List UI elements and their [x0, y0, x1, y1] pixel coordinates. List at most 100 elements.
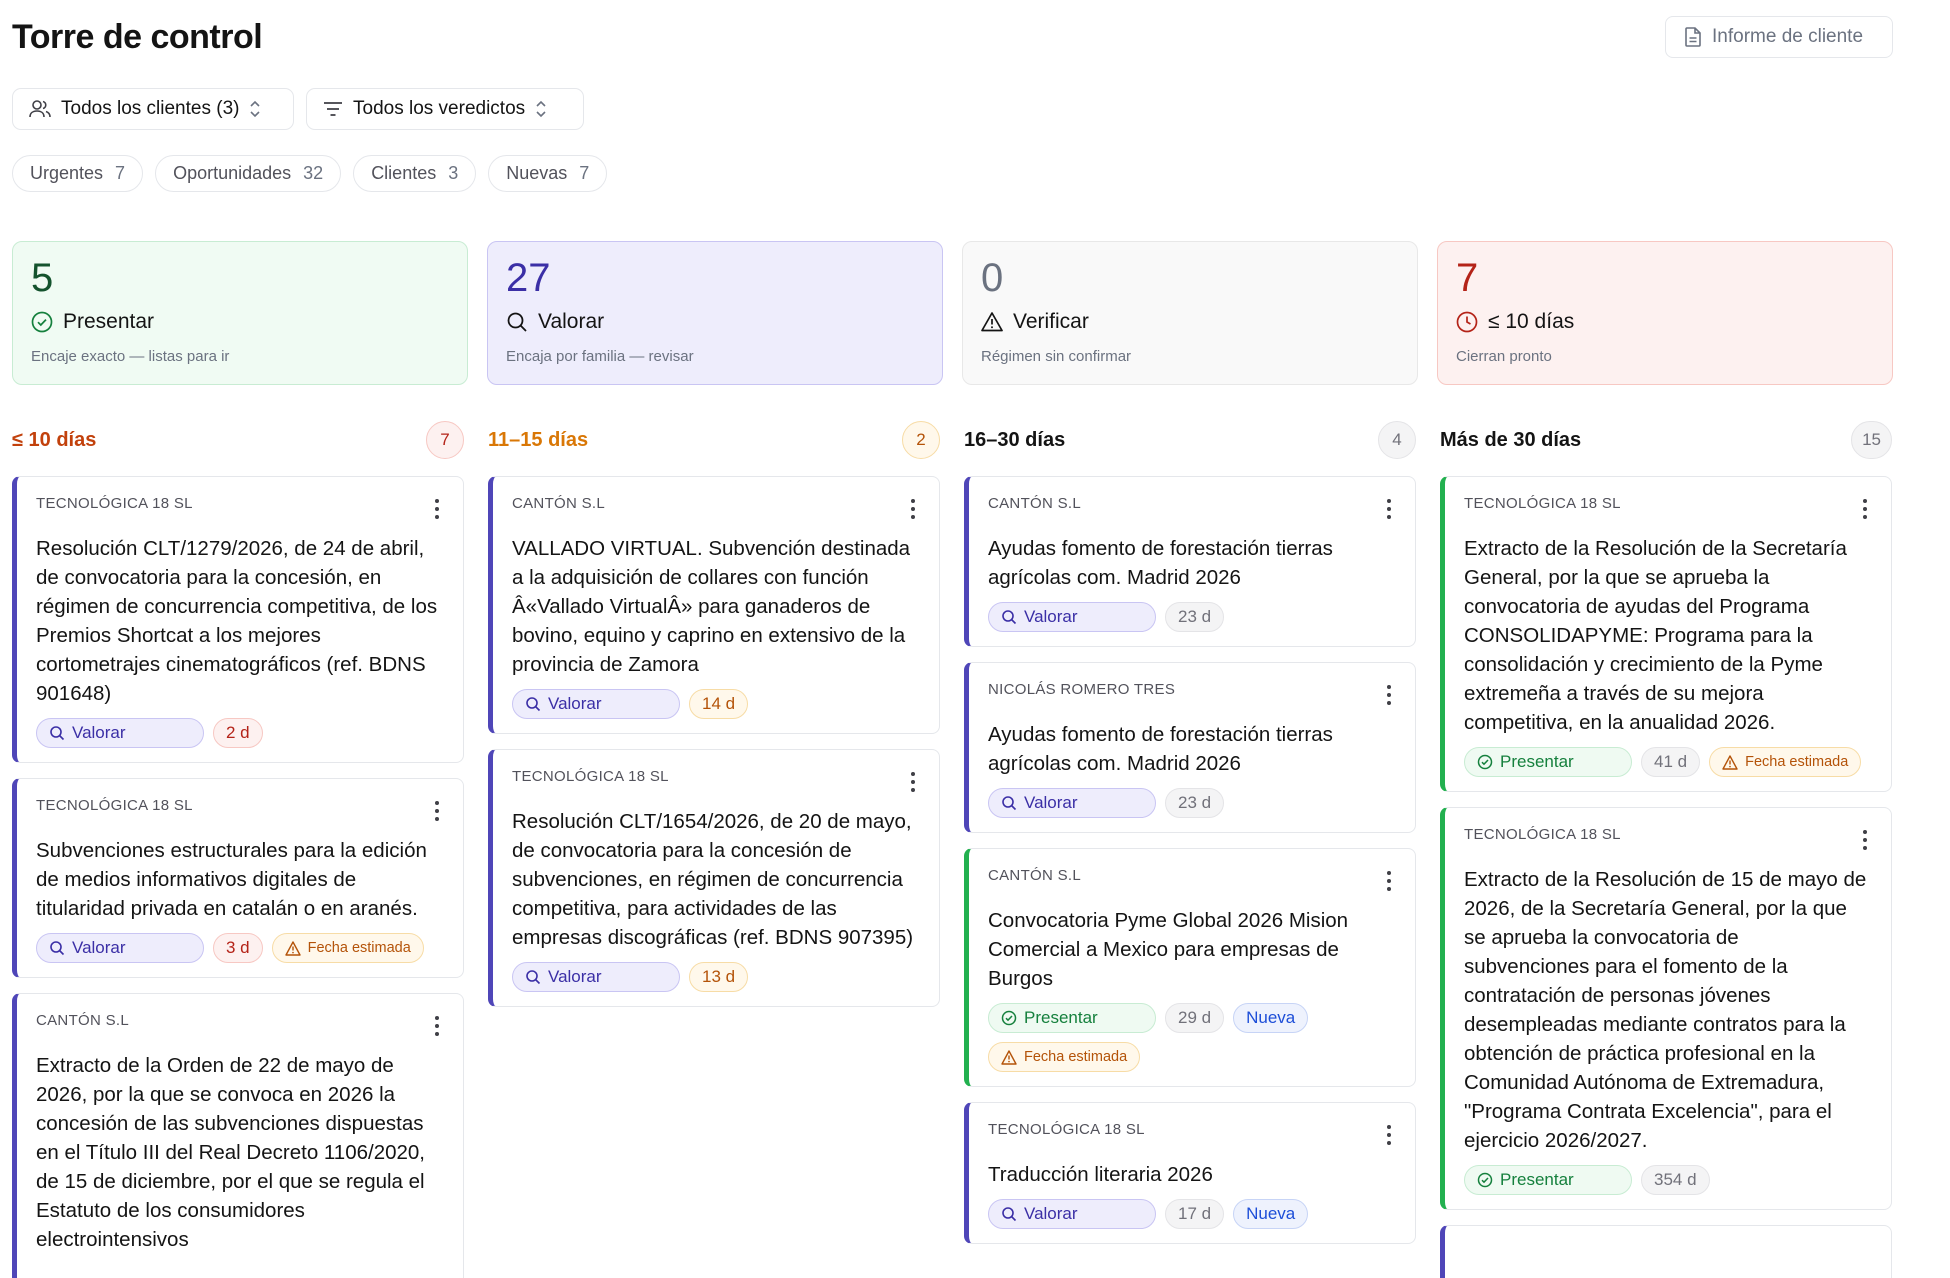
- stat-label: Presentar: [63, 310, 155, 333]
- verdict-filter-select[interactable]: Todos los veredictos: [306, 88, 584, 130]
- opportunity-card[interactable]: TECNOLÓGICA 18 SL Resolución CLT/1654/20…: [488, 749, 940, 1007]
- column-title: 16–30 días: [964, 428, 1066, 451]
- card-client: CANTÓN S.L: [36, 1012, 130, 1029]
- card-title: Ayudas fomento de forestación tierras ag…: [988, 537, 1333, 589]
- opportunity-card[interactable]: TECNOLÓGICA 18 SL Traducción literaria 2…: [964, 1102, 1416, 1244]
- warning-icon: [1001, 1049, 1017, 1065]
- column-over-30-days: Más de 30 días 15 TECNOLÓGICA 18 SL Extr…: [1440, 420, 1892, 1278]
- card-client: TECNOLÓGICA 18 SL: [1464, 495, 1621, 512]
- opportunity-card[interactable]: CANTÓN S.L Ayudas fomento de forestación…: [964, 476, 1416, 647]
- card-title: Extracto de la Resolución de la Secretar…: [1464, 537, 1847, 734]
- opportunity-card[interactable]: CANTÓN S.L VALLADO VIRTUAL. Subvención d…: [488, 476, 940, 734]
- opportunity-card[interactable]: NICOLÁS ROMERO TRES Ayudas fomento de fo…: [964, 662, 1416, 833]
- search-icon: [1002, 1207, 1017, 1222]
- column-title: 11–15 días: [488, 428, 589, 451]
- column-count: 7: [426, 421, 464, 459]
- new-badge: Nueva: [1233, 1199, 1309, 1229]
- column-le-10-days: ≤ 10 días 7 TECNOLÓGICA 18 SL Resolución…: [12, 420, 464, 1278]
- verdict-label: Valorar: [548, 967, 602, 986]
- stat-label: ≤ 10 días: [1488, 310, 1575, 333]
- opportunity-card[interactable]: TECNOLÓGICA 18 SL Extracto de la Resoluc…: [1440, 807, 1892, 1210]
- client-filter-value: Todos los clientes (3): [61, 98, 240, 119]
- check-circle-icon: [1477, 754, 1493, 770]
- search-icon: [50, 726, 65, 741]
- verdict-label: Valorar: [72, 938, 126, 957]
- chip-oportunidades[interactable]: Oportunidades 32: [155, 155, 342, 192]
- more-vertical-icon[interactable]: [1387, 871, 1391, 891]
- days-badge: 14 d: [689, 689, 749, 719]
- days-badge: 3 d: [213, 933, 263, 963]
- more-vertical-icon[interactable]: [911, 772, 915, 792]
- warning-icon: [1722, 754, 1738, 770]
- opportunity-card[interactable]: TECNOLÓGICA 18 SL Subvenciones estructur…: [12, 778, 464, 978]
- card-title: Extracto de la Resolución de 15 de mayo …: [1464, 868, 1867, 1152]
- new-badge: Nueva: [1233, 1003, 1309, 1033]
- chip-count: 32: [303, 163, 324, 183]
- more-vertical-icon[interactable]: [911, 499, 915, 519]
- verdict-label: Presentar: [1500, 752, 1574, 771]
- more-vertical-icon[interactable]: [1387, 499, 1391, 519]
- more-vertical-icon[interactable]: [1387, 1125, 1391, 1145]
- filter-lines-icon: [324, 102, 342, 116]
- warning-icon: [284, 940, 301, 956]
- client-report-label: Informe de cliente: [1712, 26, 1864, 47]
- card-client: CANTÓN S.L: [512, 495, 606, 512]
- column-count: 2: [902, 421, 940, 459]
- card-client: CANTÓN S.L: [988, 495, 1082, 512]
- card-title: Convocatoria Pyme Global 2026 Mision Com…: [988, 909, 1349, 990]
- card-title: Ayudas fomento de forestación tierras ag…: [988, 723, 1333, 775]
- card-client: TECNOLÓGICA 18 SL: [36, 495, 193, 512]
- chip-urgentes[interactable]: Urgentes 7: [12, 155, 144, 192]
- card-client: TECNOLÓGICA 18 SL: [36, 797, 193, 814]
- chip-count: 3: [448, 163, 459, 183]
- estimated-date-label: Fecha estimada: [1024, 1049, 1128, 1065]
- client-filter-select[interactable]: Todos los clientes (3): [12, 88, 294, 130]
- stat-card-valorar[interactable]: 27 Valorar Encaja por familia — revisar: [487, 241, 943, 385]
- card-title: VALLADO VIRTUAL. Subvención destinada a …: [512, 537, 911, 676]
- card-title: Extracto de la Orden de 22 de mayo de 20…: [36, 1054, 425, 1251]
- days-badge: 29 d: [1165, 1003, 1225, 1033]
- clock-icon: [1456, 311, 1478, 333]
- more-vertical-icon[interactable]: [435, 801, 439, 821]
- column-title: Más de 30 días: [1440, 428, 1582, 451]
- search-icon: [507, 312, 527, 332]
- more-vertical-icon[interactable]: [435, 499, 439, 519]
- client-report-button[interactable]: Informe de cliente: [1665, 16, 1893, 58]
- chip-label: Nuevas: [506, 163, 568, 183]
- days-badge: 13 d: [689, 962, 749, 992]
- search-icon: [526, 970, 541, 985]
- estimated-date-badge: Fecha estimada: [271, 933, 424, 963]
- more-vertical-icon[interactable]: [1863, 499, 1867, 519]
- opportunity-card[interactable]: TECNOLÓGICA 18 SL Resolución CLT/1279/20…: [12, 476, 464, 763]
- column-count: 15: [1851, 421, 1892, 459]
- check-circle-icon: [31, 311, 53, 333]
- stat-subtitle: Encaje exacto — listas para ir: [31, 348, 230, 365]
- page-title: Torre de control: [12, 18, 263, 56]
- column-title: ≤ 10 días: [12, 428, 97, 451]
- search-icon: [1002, 796, 1017, 811]
- opportunity-card[interactable]: CANTÓN S.L Extracto de la Orden de 22 de…: [12, 993, 464, 1278]
- stat-card-presentar[interactable]: 5 Presentar Encaje exacto — listas para …: [12, 241, 468, 385]
- stat-card-soon[interactable]: 7 ≤ 10 días Cierran pronto: [1437, 241, 1893, 385]
- chip-nuevas[interactable]: Nuevas 7: [488, 155, 608, 192]
- check-circle-icon: [1477, 1172, 1493, 1188]
- chip-count: 7: [115, 163, 126, 183]
- chevron-updown-icon: [250, 100, 261, 118]
- more-vertical-icon[interactable]: [1863, 830, 1867, 850]
- more-vertical-icon[interactable]: [435, 1016, 439, 1036]
- check-circle-icon: [1001, 1010, 1017, 1026]
- days-badge: 23 d: [1165, 788, 1225, 818]
- users-icon: [29, 100, 51, 118]
- opportunity-card[interactable]: TECNOLÓGICA 18 SL Extracto de la Resoluc…: [1440, 476, 1892, 792]
- stat-card-verificar[interactable]: 0 Verificar Régimen sin confirmar: [962, 241, 1418, 385]
- chip-clientes[interactable]: Clientes 3: [353, 155, 477, 192]
- estimated-date-label: Fecha estimada: [1745, 754, 1849, 770]
- days-badge: 2 d: [213, 718, 263, 748]
- column-11-15-days: 11–15 días 2 CANTÓN S.L VALLADO VIRTUAL.…: [488, 420, 940, 1007]
- verdict-label: Valorar: [1024, 793, 1078, 812]
- opportunity-card[interactable]: [1440, 1225, 1892, 1278]
- opportunity-card[interactable]: CANTÓN S.L Convocatoria Pyme Global 2026…: [964, 848, 1416, 1087]
- verdict-badge: Presentar: [988, 1003, 1156, 1033]
- more-vertical-icon[interactable]: [1387, 685, 1391, 705]
- days-badge: 354 d: [1641, 1165, 1710, 1195]
